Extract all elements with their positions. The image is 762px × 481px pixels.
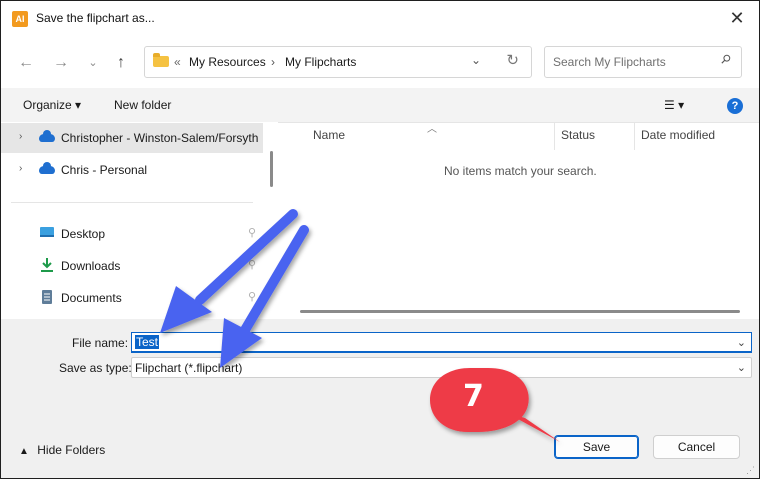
title-bar: AI Save the flipchart as... ✕ <box>1 1 759 37</box>
nav-item-label: Desktop <box>61 227 106 241</box>
nav-item-documents[interactable]: Documents ⚲ <box>1 284 263 312</box>
breadcrumb-my-flipcharts[interactable]: My Flipcharts <box>285 55 356 69</box>
save-button[interactable]: Save <box>554 435 639 459</box>
documents-icon <box>42 290 52 304</box>
cancel-button[interactable]: Cancel <box>653 435 740 459</box>
nav-divider <box>11 202 253 203</box>
breadcrumb-my-resources[interactable]: My Resources <box>189 55 266 69</box>
step-number: 7 <box>463 379 484 414</box>
close-icon[interactable]: ✕ <box>725 7 749 31</box>
address-bar[interactable]: « My Resources › My Flipcharts ⌄ ↻ <box>144 46 532 78</box>
nav-item-label: Downloads <box>61 259 121 273</box>
window-title: Save the flipchart as... <box>36 11 155 25</box>
nav-scrollbar[interactable] <box>270 151 273 187</box>
file-list: ︿ Name Status Date modified No items mat… <box>282 122 759 319</box>
nav-item-label: Documents <box>61 291 122 305</box>
help-icon[interactable]: ? <box>727 98 743 114</box>
expand-chevron-icon[interactable]: › <box>19 163 22 174</box>
file-name-value[interactable]: Test <box>135 335 160 349</box>
file-name-dropdown-icon[interactable]: ⌄ <box>737 336 746 349</box>
organize-menu[interactable]: Organize ▾ <box>23 98 81 112</box>
back-arrow-icon[interactable]: ← <box>15 53 37 73</box>
save-as-type-dropdown-icon[interactable]: ⌄ <box>737 361 746 374</box>
nav-item-onedrive-work[interactable]: › Christopher - Winston-Salem/Forsyth <box>1 123 263 153</box>
view-options-icon[interactable]: ☰ ▾ <box>664 98 684 112</box>
recent-locations-chevron-icon[interactable]: ⌄ <box>82 53 104 73</box>
hide-folders-label[interactable]: Hide Folders <box>37 443 105 457</box>
new-folder-button[interactable]: New folder <box>114 98 171 112</box>
column-divider[interactable] <box>554 122 555 150</box>
search-icon[interactable] <box>721 54 731 64</box>
file-name-label: File name: <box>72 336 129 350</box>
search-box[interactable]: Search My Flipcharts <box>544 46 742 78</box>
hide-folders-toggle[interactable]: ▲ Hide Folders <box>19 443 105 457</box>
address-overflow[interactable]: « <box>174 55 181 69</box>
file-list-scrollbar[interactable] <box>300 310 740 313</box>
sort-ascending-icon: ︿ <box>427 124 437 135</box>
address-dropdown-icon[interactable]: ⌄ <box>471 53 481 67</box>
column-header-status[interactable]: Status <box>561 128 595 142</box>
onedrive-cloud-icon <box>39 130 55 142</box>
search-placeholder[interactable]: Search My Flipcharts <box>553 55 666 69</box>
empty-folder-message: No items match your search. <box>444 164 597 178</box>
navigation-pane: › Christopher - Winston-Salem/Forsyth › … <box>1 122 278 319</box>
pin-icon[interactable]: ⚲ <box>248 226 256 239</box>
pin-icon[interactable]: ⚲ <box>248 290 256 303</box>
downloads-icon <box>41 258 53 272</box>
desktop-icon <box>40 227 54 237</box>
nav-item-onedrive-personal[interactable]: › Chris - Personal <box>1 155 263 185</box>
resize-grip-icon[interactable]: ⋰ <box>746 465 755 476</box>
onedrive-cloud-icon <box>39 162 55 174</box>
file-name-input[interactable]: Test ⌄ <box>131 332 752 353</box>
pin-icon[interactable]: ⚲ <box>248 258 256 271</box>
refresh-icon[interactable]: ↻ <box>506 51 519 69</box>
nav-item-label: Christopher - Winston-Salem/Forsyth <box>61 131 259 145</box>
folder-icon <box>153 53 169 67</box>
chevron-up-icon[interactable]: ▲ <box>19 446 29 457</box>
save-as-type-value[interactable]: Flipchart (*.flipchart) <box>135 361 242 375</box>
nav-item-desktop[interactable]: Desktop ⚲ <box>1 220 263 248</box>
nav-item-label: Chris - Personal <box>61 163 148 177</box>
column-header-date-modified[interactable]: Date modified <box>641 128 715 142</box>
nav-item-downloads[interactable]: Downloads ⚲ <box>1 252 263 280</box>
save-as-type-label: Save as type: <box>59 361 132 375</box>
forward-arrow-icon[interactable]: → <box>50 53 72 73</box>
up-arrow-icon[interactable]: ↑ <box>110 53 132 73</box>
column-header-name[interactable]: Name <box>313 128 345 142</box>
breadcrumb-chevron-icon[interactable]: › <box>271 55 275 69</box>
save-dialog: AI Save the flipchart as... ✕ ← → ⌄ ↑ « … <box>0 0 760 479</box>
command-toolbar: Organize ▾ New folder ☰ ▾ ? <box>1 88 759 123</box>
app-logo-icon: AI <box>12 11 28 27</box>
save-as-type-select[interactable]: Flipchart (*.flipchart) ⌄ <box>131 357 752 378</box>
column-divider[interactable] <box>634 122 635 150</box>
expand-chevron-icon[interactable]: › <box>19 131 22 142</box>
